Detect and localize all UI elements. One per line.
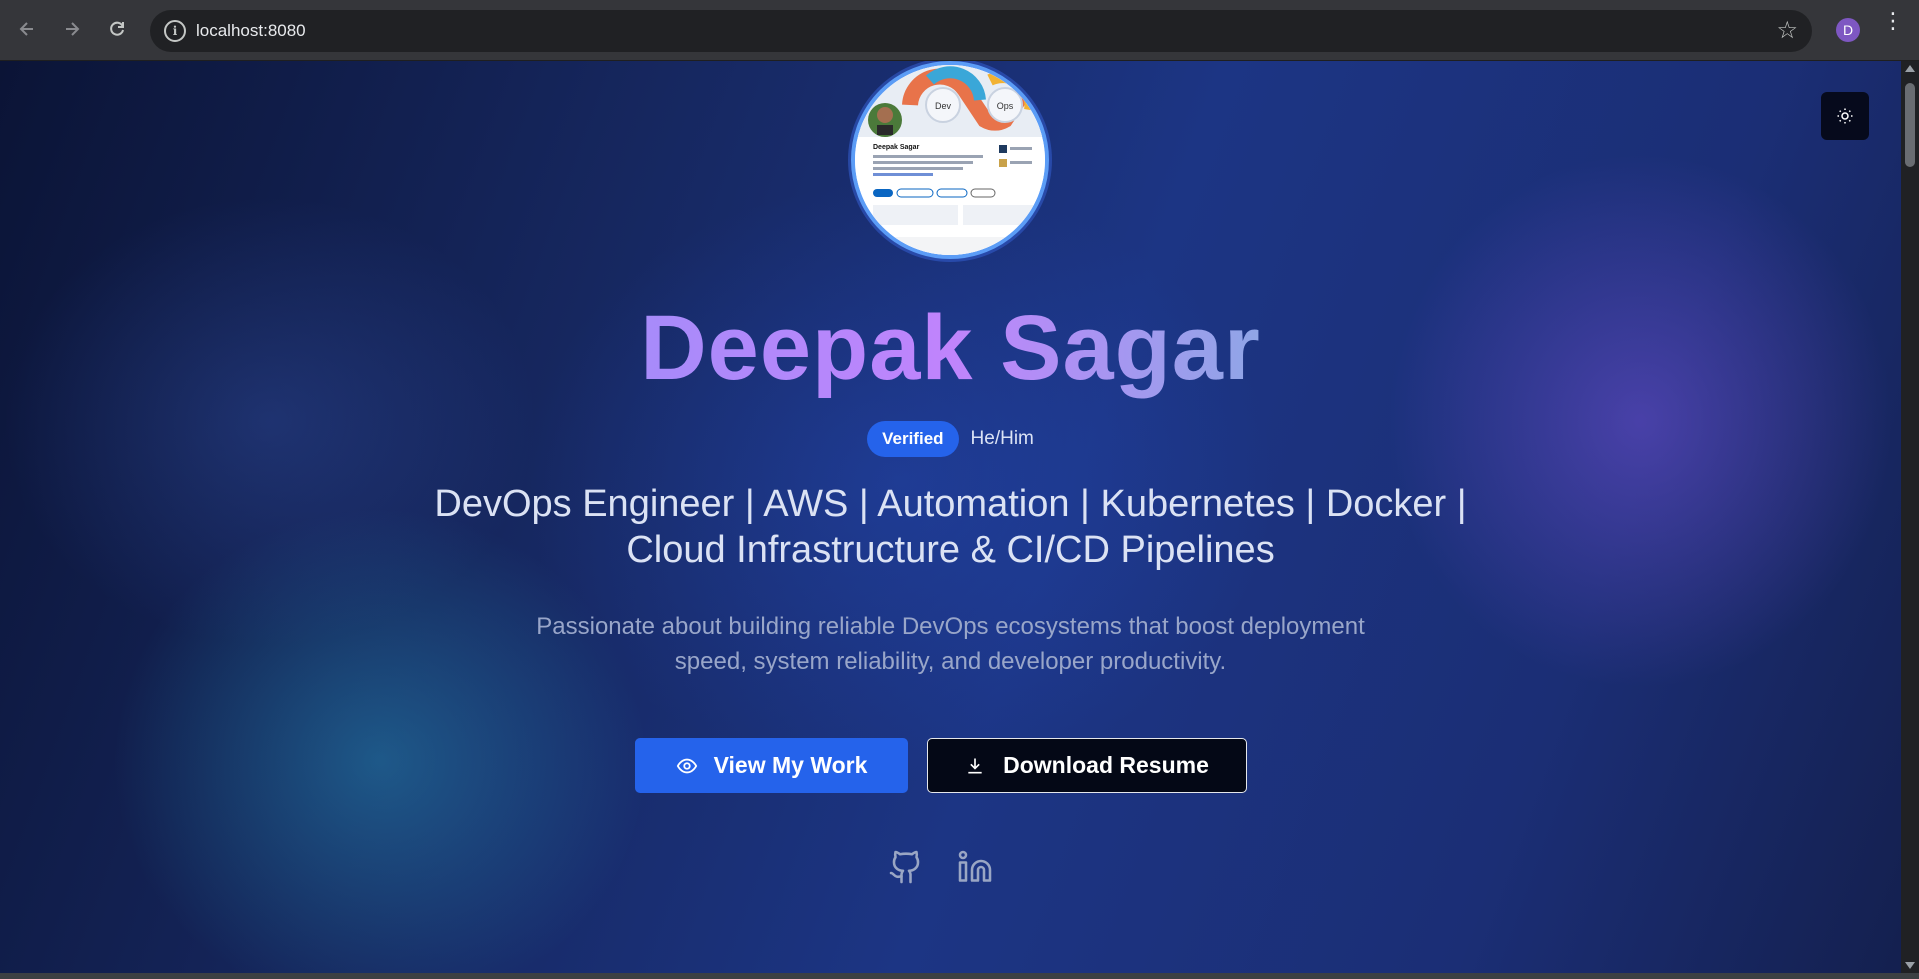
tagline-line-2: speed, system reliability, and developer… [674, 648, 1227, 675]
arrow-left-icon [19, 22, 33, 36]
download-resume-button[interactable]: Download Resume [927, 738, 1247, 793]
hero-name-text: Deepak Sagar [640, 297, 1261, 399]
tagline-line-1: Passionate about building reliable DevOp… [536, 613, 1365, 640]
forward-button[interactable] [57, 14, 87, 44]
reload-button[interactable] [102, 14, 132, 44]
bottom-edge [0, 973, 1919, 979]
hero-tagline: Passionate about building reliable DevOp… [450, 609, 1451, 679]
view-my-work-button[interactable]: View My Work [635, 738, 908, 793]
headline-line-1: DevOps Engineer | AWS | Automation | Kub… [434, 483, 1467, 525]
badge-row: Verified He/Him [0, 421, 1901, 457]
address-bar[interactable]: i localhost:8080 ☆ [150, 10, 1812, 52]
github-link[interactable] [886, 847, 926, 887]
ops-label: Ops [997, 101, 1014, 111]
sun-icon [1837, 108, 1853, 124]
url-text[interactable]: localhost:8080 [196, 21, 306, 41]
download-icon [968, 758, 982, 773]
scroll-thumb[interactable] [1905, 83, 1915, 167]
reload-icon [110, 21, 124, 36]
avatar-screenshot-graphic: Dev Ops Deepak Sagar [855, 65, 1045, 255]
profile-avatar[interactable]: D [1836, 18, 1860, 42]
bookmark-star-icon[interactable]: ☆ [1776, 16, 1798, 45]
hero-headline: DevOps Engineer | AWS | Automation | Kub… [350, 481, 1551, 573]
download-resume-label: Download Resume [1003, 752, 1209, 778]
page-scrollbar[interactable] [1901, 61, 1919, 973]
view-my-work-label: View My Work [713, 752, 868, 778]
verified-badge: Verified [867, 421, 959, 457]
dev-label: Dev [935, 101, 952, 111]
scroll-down-arrow-icon[interactable] [1905, 962, 1915, 969]
browser-toolbar: i localhost:8080 ☆ D ⋮ [0, 0, 1919, 61]
site-info-icon[interactable]: i [164, 20, 186, 42]
linkedin-link[interactable] [955, 847, 995, 887]
back-button[interactable] [12, 14, 42, 44]
hero-name: Deepak Sagar [0, 293, 1901, 403]
theme-toggle-button[interactable] [1821, 92, 1869, 140]
profile-avatar-image: Dev Ops Deepak Sagar [851, 61, 1049, 259]
scroll-up-arrow-icon[interactable] [1905, 65, 1915, 72]
eye-icon [676, 758, 697, 773]
browser-menu-icon[interactable]: ⋮ [1882, 10, 1904, 32]
page-viewport: Dev Ops Deepak Sagar Deepak Sagar Verifi… [0, 61, 1901, 973]
headline-line-2: Cloud Infrastructure & CI/CD Pipelines [626, 529, 1275, 571]
pronouns-text: He/Him [970, 428, 1034, 449]
linkedin-icon [958, 850, 992, 882]
arrow-right-icon [66, 22, 80, 36]
avatar-profile-name: Deepak Sagar [873, 144, 920, 151]
github-icon [889, 850, 920, 884]
